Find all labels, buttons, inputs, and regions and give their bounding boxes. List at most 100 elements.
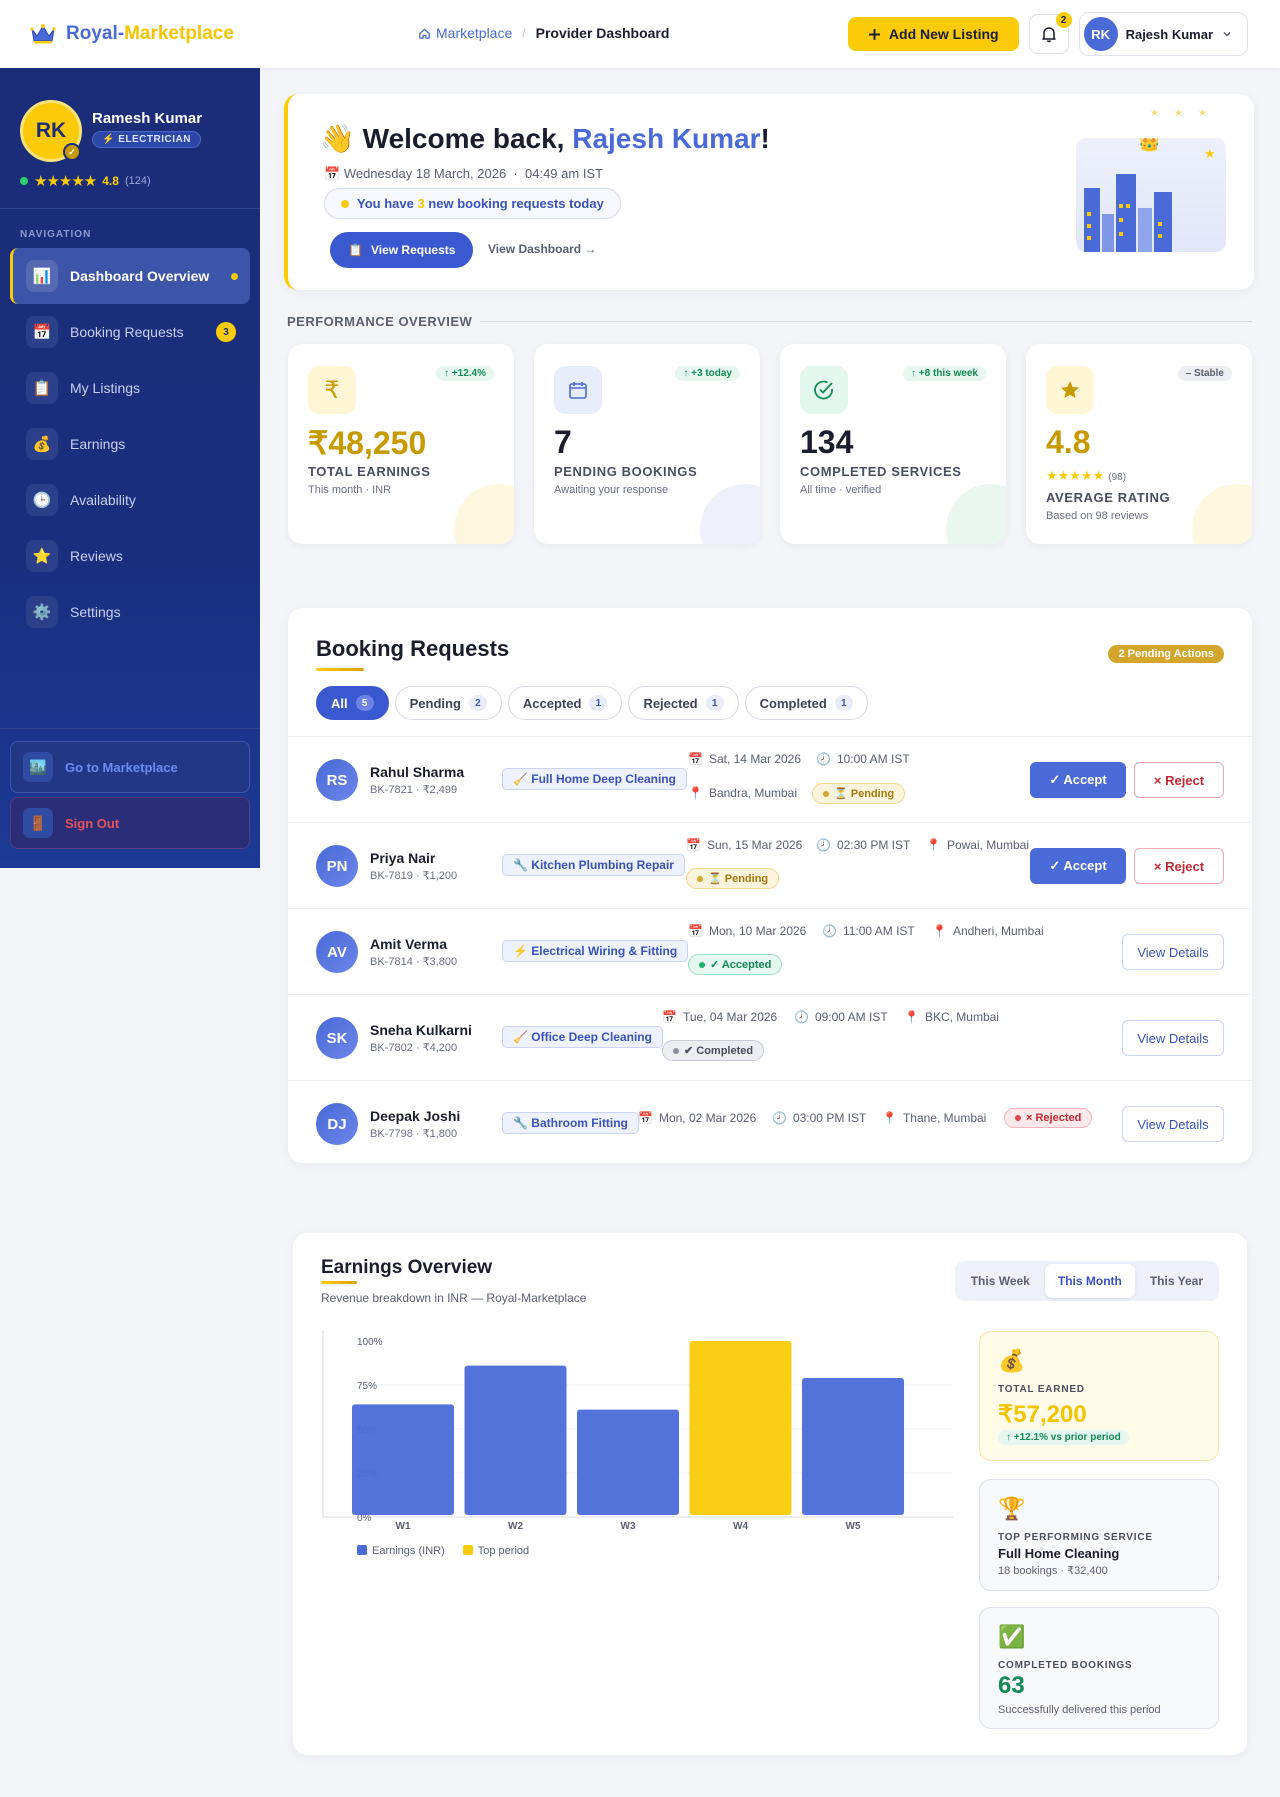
kpi-value: Full Home Cleaning [998, 1546, 1120, 1561]
accept-button[interactable]: ✓ Accept [1030, 762, 1126, 798]
calendar-icon: 📅 [686, 838, 701, 852]
city-icon: 🏙️ [23, 752, 53, 782]
view-requests-button[interactable]: 📋 View Requests [330, 232, 474, 268]
clock-icon: 🕗 [794, 1010, 809, 1024]
clock-icon: 🕗 [772, 1111, 787, 1125]
add-new-listing-button[interactable]: Add New Listing [847, 17, 1019, 51]
rating-value: 4.8 [102, 174, 119, 188]
booking-time: 🕗 09:00 AM IST [794, 1010, 888, 1024]
view-dashboard-link[interactable]: View Dashboard → [488, 242, 596, 256]
filter-tab-accepted[interactable]: Accepted 1 [507, 686, 623, 720]
provider-role-badge: ⚡ ELECTRICIAN [92, 131, 201, 148]
booking-count-badge: 3 [216, 322, 236, 342]
change-badge: ↑ +12.4% [436, 366, 494, 381]
filter-tab-all[interactable]: All 5 [316, 686, 389, 720]
bar-w2 [464, 1365, 567, 1515]
view-details-button[interactable]: View Details [1122, 1020, 1224, 1056]
gear-icon: ⚙️ [26, 596, 58, 628]
calendar-icon: 📅 [688, 924, 703, 938]
filter-tab-completed[interactable]: Completed 1 [744, 686, 868, 720]
stat-value: 134 [800, 424, 854, 460]
brand-name-part2: Marketplace [124, 23, 234, 44]
earnings-subtitle: Revenue breakdown in INR — Royal-Marketp… [321, 1291, 587, 1305]
rating-count: (124) [124, 175, 151, 187]
check-circle-icon [800, 366, 848, 414]
booking-row: PN Priya Nair BK-7819 · ₹1,200 🔧 Kitchen… [288, 822, 1252, 908]
customer-avatar: RS [316, 759, 358, 801]
period-this-month[interactable]: This Month [1044, 1264, 1135, 1298]
booking-requests-card: Booking Requests 2 Pending Actions All 5 … [288, 608, 1252, 1163]
brand-logo[interactable]: Royal-Marketplace [30, 23, 234, 45]
booking-reference: BK-7798 · ₹1,800 [370, 1128, 458, 1140]
skyline-icon: 👑 ★ [1084, 132, 1216, 252]
x-tick-label: W1 [396, 1521, 411, 1532]
period-this-year[interactable]: This Year [1137, 1264, 1216, 1298]
title-underline [316, 668, 364, 671]
booking-date: 📅 Sat, 14 Mar 2026 [688, 752, 802, 766]
sidebar-item-label: Availability [70, 492, 136, 508]
status-badge: ✓ Accepted [688, 954, 783, 975]
sidebar-item-availability[interactable]: 🕒 Availability [10, 472, 250, 528]
booking-reference: BK-7814 · ₹3,800 [370, 956, 458, 968]
svg-text:★: ★ [1174, 108, 1183, 119]
provider-avatar: RK ✓ [20, 100, 82, 162]
sidebar-item-earnings[interactable]: 💰 Earnings [10, 416, 250, 472]
svg-text:👑: 👑 [1138, 138, 1160, 152]
calendar-icon: 📅 [26, 316, 58, 348]
service-tag: 🧹 Full Home Deep Cleaning [502, 768, 687, 790]
booking-reference: BK-7802 · ₹4,200 [370, 1042, 458, 1054]
stat-value: 4.8 [1046, 424, 1091, 460]
accept-button[interactable]: ✓ Accept [1030, 848, 1126, 884]
go-to-marketplace-button[interactable]: 🏙️ Go to Marketplace [10, 741, 250, 793]
kpi-subtext: 18 bookings · ₹32,400 [998, 1565, 1108, 1577]
title-underline [321, 1281, 357, 1284]
booking-time: 🕗 03:00 PM IST [772, 1111, 867, 1125]
booking-row: DJ Deepak Joshi BK-7798 · ₹1,800 🔧 Bathr… [288, 1080, 1252, 1166]
filter-tab-pending[interactable]: Pending 2 [394, 686, 502, 720]
view-details-button[interactable]: View Details [1122, 1106, 1224, 1142]
calendar-icon [554, 366, 602, 414]
notifications-button[interactable]: 2 [1028, 12, 1072, 54]
period-this-week[interactable]: This Week [958, 1264, 1043, 1298]
breadcrumb-marketplace-link[interactable]: Marketplace [418, 25, 512, 41]
top-header: Royal-Marketplace Marketplace / Provider… [0, 0, 1280, 68]
booking-time: 🕗 02:30 PM IST [816, 838, 911, 852]
kpi-label: Top Performing Service [998, 1532, 1153, 1543]
view-details-button[interactable]: View Details [1122, 934, 1224, 970]
kpi-label: Total Earned [998, 1384, 1085, 1395]
change-badge: ↑ +8 this week [903, 366, 986, 381]
stat-label: Total Earnings [308, 464, 431, 479]
stat-subtext: Based on 98 reviews [1046, 510, 1149, 522]
booking-section-title: Booking Requests [316, 636, 510, 661]
sidebar-item-reviews[interactable]: ⭐ Reviews [10, 528, 250, 584]
calendar-icon: 📅 [324, 166, 341, 181]
stat-subtext: Awaiting your response [554, 484, 669, 496]
sidebar-item-settings[interactable]: ⚙️ Settings [10, 584, 250, 640]
customer-name: Rahul Sharma [370, 764, 465, 780]
top-service-card: 🏆 Top Performing Service Full Home Clean… [979, 1479, 1219, 1591]
user-menu[interactable]: RK Rajesh Kumar [1078, 12, 1248, 56]
service-tag: 🧹 Office Deep Cleaning [502, 1026, 663, 1048]
sidebar-item-booking-requests[interactable]: 📅 Booking Requests 3 [10, 304, 250, 360]
decorative-blob [946, 484, 1006, 544]
reject-button[interactable]: × Reject [1134, 762, 1224, 798]
bar-w1 [352, 1404, 454, 1515]
sidebar-item-dashboard-overview[interactable]: 📊 Dashboard Overview [10, 248, 250, 304]
kpi-label: Completed Bookings [998, 1660, 1133, 1671]
sidebar-item-my-listings[interactable]: 📋 My Listings [10, 360, 250, 416]
status-badge: ⏳ Pending [812, 783, 906, 804]
stat-card-total-earnings: ₹ ↑ +12.4% ₹48,250 Total Earnings This m… [288, 344, 514, 544]
sidebar-item-label: My Listings [70, 380, 141, 396]
money-bag-icon: 💰 [998, 1348, 1026, 1373]
notice-dot [341, 199, 349, 208]
sign-out-button[interactable]: 🚪 Sign Out [10, 797, 250, 849]
booking-date: 📅 Tue, 04 Mar 2026 [662, 1010, 778, 1024]
new-requests-notice: You have 3 new booking requests today [324, 188, 621, 219]
booking-reference: BK-7819 · ₹1,200 [370, 870, 458, 882]
filter-tab-rejected[interactable]: Rejected 1 [628, 686, 739, 720]
x-tick-label: W3 [621, 1521, 636, 1532]
pin-icon: 📍 [926, 838, 941, 852]
reject-button[interactable]: × Reject [1134, 848, 1224, 884]
customer-avatar: SK [316, 1017, 358, 1059]
pin-icon: 📍 [932, 924, 947, 938]
